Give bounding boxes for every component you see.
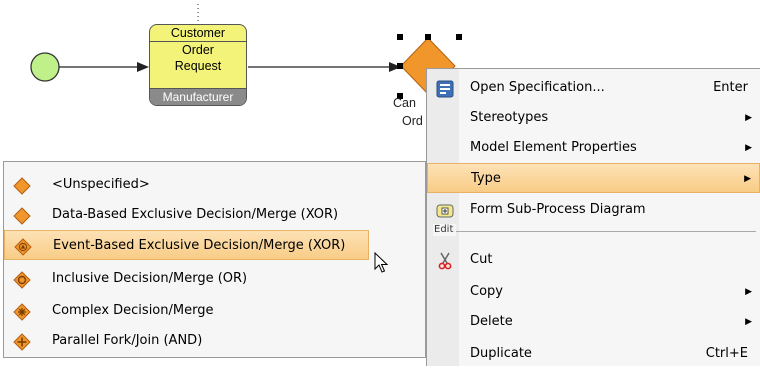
- submenu-arrow-icon: ▶: [744, 174, 751, 184]
- menu-item-label: Stereotypes: [470, 110, 549, 125]
- menu-item-form-sub-process-diagram[interactable]: Form Sub-Process Diagram: [427, 195, 760, 225]
- diamond-asterisk-icon: [13, 303, 31, 321]
- menu-item-duplicate[interactable]: Duplicate Ctrl+E: [427, 339, 760, 369]
- submenu-item-complex[interactable]: Complex Decision/Merge: [4, 296, 425, 326]
- menu-item-label: Cut: [470, 252, 493, 267]
- context-menu: Open Specification... Enter Stereotypes …: [426, 68, 760, 366]
- submenu-arrow-icon: ▶: [745, 317, 752, 327]
- task-name-line-2: Order: [182, 43, 214, 57]
- diamond-plain-icon: [13, 207, 31, 225]
- section-caption: Edit: [433, 224, 457, 236]
- submenu-arrow-icon: ▶: [745, 287, 752, 297]
- task-name-line-1: Customer: [150, 25, 246, 42]
- menu-item-shortcut: Enter: [713, 80, 748, 95]
- menu-item-model-element-properties[interactable]: Model Element Properties ▶: [427, 133, 760, 163]
- menu-item-stereotypes[interactable]: Stereotypes ▶: [427, 103, 760, 133]
- menu-item-label: Type: [471, 171, 501, 186]
- task-lane-label: Manufacturer: [150, 88, 246, 105]
- submenu-item-label: Complex Decision/Merge: [52, 303, 214, 318]
- menu-item-type[interactable]: Type ▶: [427, 163, 760, 193]
- type-submenu: <Unspecified> Data-Based Exclusive Decis…: [3, 161, 426, 358]
- flow-arrowhead-1: [137, 62, 149, 72]
- submenu-item-data-based-xor[interactable]: Data-Based Exclusive Decision/Merge (XOR…: [4, 200, 425, 230]
- submenu-item-label: Parallel Fork/Join (AND): [52, 333, 203, 348]
- submenu-item-label: Data-Based Exclusive Decision/Merge (XOR…: [52, 207, 339, 222]
- menu-item-copy[interactable]: Copy ▶: [427, 277, 760, 307]
- subprocess-icon: [436, 204, 454, 218]
- submenu-arrow-icon: ▶: [745, 113, 752, 123]
- submenu-item-inclusive-or[interactable]: Inclusive Decision/Merge (OR): [4, 264, 425, 294]
- mouse-cursor-icon: [374, 252, 389, 273]
- menu-item-cut[interactable]: Cut: [427, 245, 760, 275]
- specification-icon: [436, 80, 454, 98]
- task-name-line-3: Request: [174, 59, 222, 73]
- menu-item-label: Open Specification...: [470, 80, 605, 95]
- submenu-item-parallel-and[interactable]: Parallel Fork/Join (AND): [4, 326, 425, 356]
- menu-item-delete[interactable]: Delete ▶: [427, 307, 760, 337]
- menu-item-label: Model Element Properties: [470, 140, 637, 155]
- submenu-item-label: Inclusive Decision/Merge (OR): [52, 271, 248, 286]
- diamond-plus-icon: [13, 333, 31, 351]
- menu-item-label: Delete: [470, 314, 513, 329]
- submenu-item-event-based-xor[interactable]: Event-Based Exclusive Decision/Merge (XO…: [4, 230, 369, 260]
- submenu-item-label: <Unspecified>: [52, 177, 150, 192]
- menu-item-label: Copy: [470, 284, 503, 299]
- start-event[interactable]: [30, 52, 60, 82]
- submenu-item-label: Event-Based Exclusive Decision/Merge (XO…: [53, 238, 346, 253]
- menu-item-label: Form Sub-Process Diagram: [470, 202, 646, 217]
- menu-item-shortcut: Ctrl+E: [705, 346, 748, 361]
- scissors-icon: [438, 252, 452, 270]
- menu-item-label: Duplicate: [470, 346, 532, 361]
- submenu-item-unspecified[interactable]: <Unspecified>: [4, 170, 425, 200]
- diamond-plain-icon: [13, 177, 31, 195]
- menu-section-edit: Edit: [427, 224, 760, 237]
- task-customer-order-request[interactable]: Customer Order Request Manufacturer: [149, 24, 247, 106]
- diamond-event-icon: [14, 238, 32, 256]
- gateway-label-line-2: Ord: [402, 114, 423, 128]
- gateway-label-line-1: Can: [393, 96, 416, 110]
- diamond-circle-icon: [13, 271, 31, 289]
- menu-item-open-specification[interactable]: Open Specification... Enter: [427, 73, 760, 103]
- submenu-arrow-icon: ▶: [745, 143, 752, 153]
